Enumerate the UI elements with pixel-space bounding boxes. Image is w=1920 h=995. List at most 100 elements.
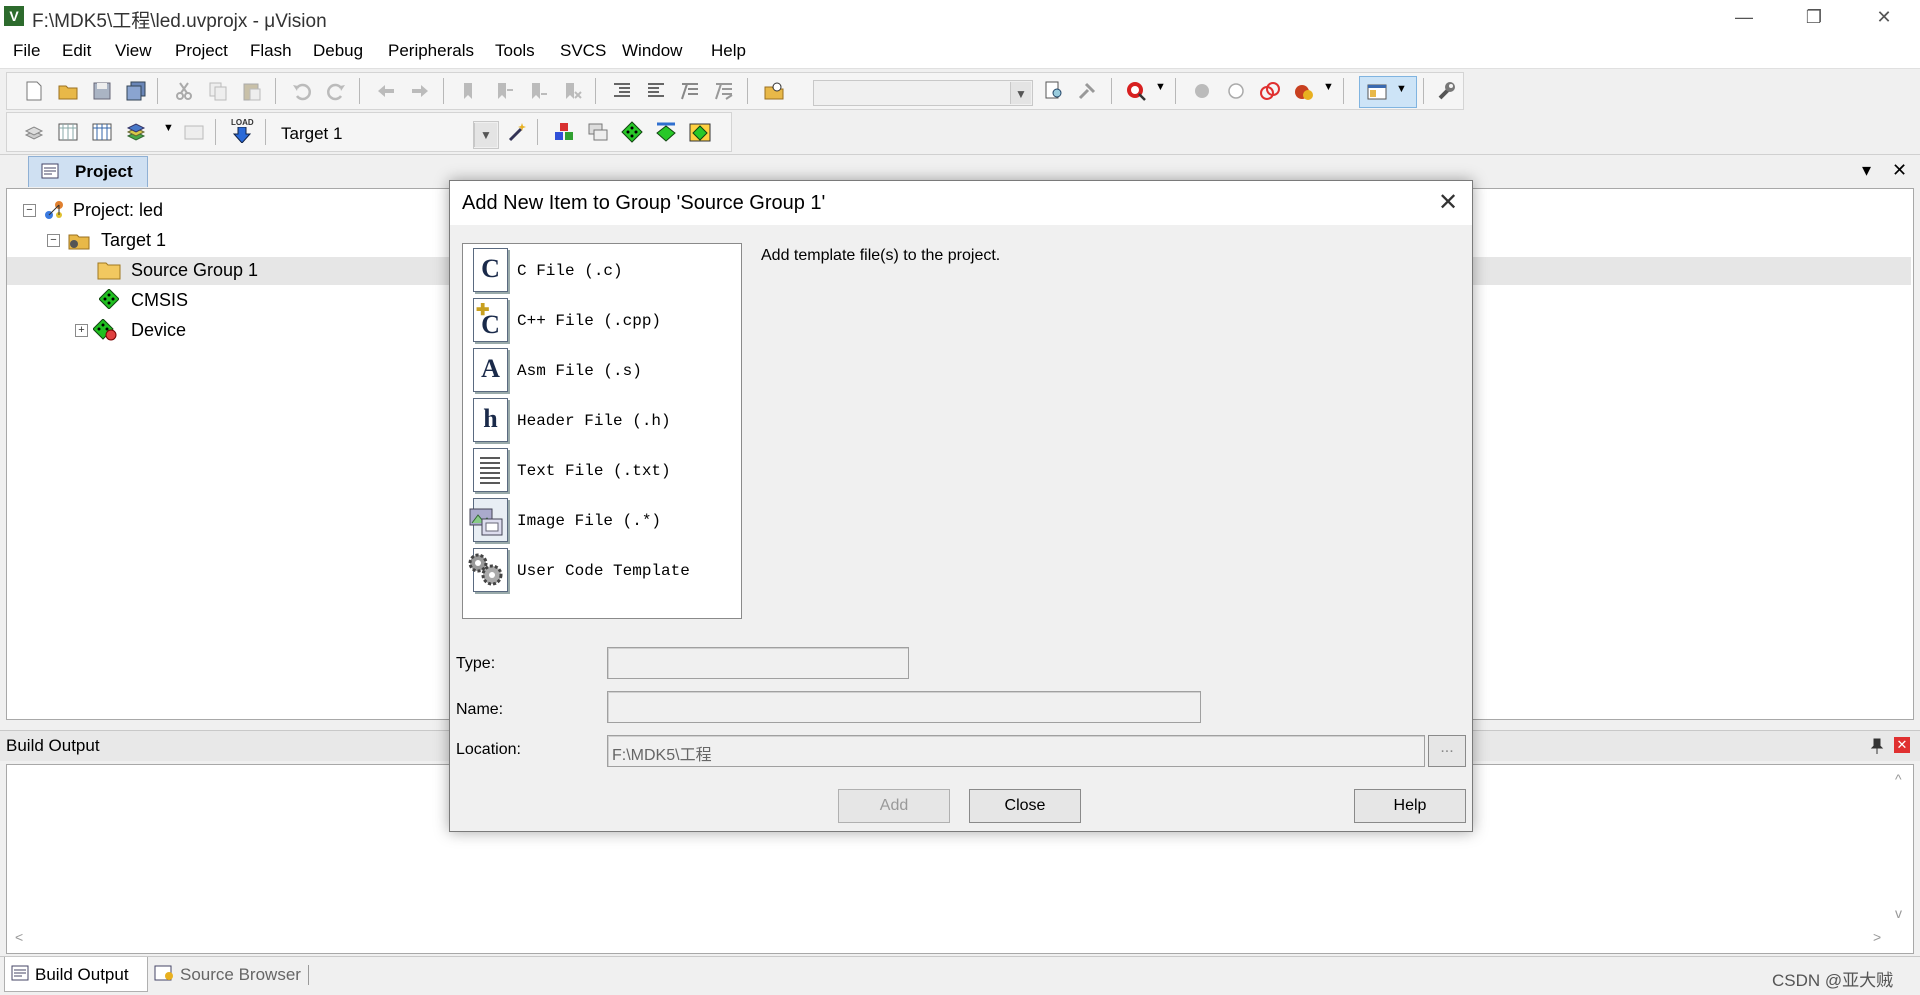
tab-label: Build Output <box>35 965 129 984</box>
chevron-down-icon[interactable]: ▼ <box>1323 81 1334 93</box>
software-packs-icon[interactable] <box>689 121 711 143</box>
menu-project[interactable]: Project <box>175 41 228 61</box>
tab-project[interactable]: Project <box>28 156 148 187</box>
browse-location-button[interactable]: ... <box>1428 735 1466 767</box>
watermark: CSDN @亚大贼 <box>1772 971 1894 990</box>
cut-icon[interactable] <box>173 80 195 102</box>
template-item-image-file[interactable]: Image File (.*) <box>463 494 739 544</box>
build-icon[interactable] <box>57 121 79 143</box>
menu-svcs[interactable]: SVCS <box>560 41 606 61</box>
menu-help[interactable]: Help <box>711 41 746 61</box>
scroll-down-icon[interactable]: v <box>1895 905 1902 921</box>
breakpoint-insert-icon[interactable] <box>1191 80 1213 102</box>
new-file-icon[interactable] <box>23 80 45 102</box>
pin-icon[interactable] <box>1870 738 1884 754</box>
find-combobox[interactable]: ▼ <box>813 80 1033 106</box>
download-load-button[interactable]: LOAD <box>229 118 255 145</box>
menu-file[interactable]: File <box>13 41 40 61</box>
template-item-header-file[interactable]: h Header File (.h) <box>463 394 739 444</box>
menu-tools[interactable]: Tools <box>495 41 535 61</box>
template-item-asm-file[interactable]: A Asm File (.s) <box>463 344 739 394</box>
comment-icon[interactable] <box>679 80 701 102</box>
rebuild-icon[interactable] <box>91 121 113 143</box>
close-button[interactable]: Close <box>969 789 1081 823</box>
build-output-title: Build Output <box>6 736 100 755</box>
expand-icon[interactable]: + <box>75 324 88 337</box>
find-icon[interactable] <box>1043 80 1065 102</box>
breakpoint-enable-icon[interactable] <box>1225 80 1247 102</box>
batch-build-icon[interactable] <box>125 121 147 143</box>
target-options-wand-icon[interactable] <box>507 121 529 143</box>
collapse-icon[interactable]: − <box>23 204 36 217</box>
scroll-left-icon[interactable]: < <box>15 929 23 945</box>
menu-flash[interactable]: Flash <box>250 41 292 61</box>
window-layout-icon <box>1367 84 1387 100</box>
menu-edit[interactable]: Edit <box>62 41 91 61</box>
bookmark-previous-icon[interactable] <box>493 80 515 102</box>
manage-project-items-icon[interactable] <box>553 121 575 143</box>
template-label: Header File (.h) <box>517 412 671 430</box>
uncomment-icon[interactable] <box>713 80 735 102</box>
bottom-tab-bar: Build Output Source Browser CSDN @亚大贼 <box>0 956 1920 995</box>
scroll-right-icon[interactable]: > <box>1873 929 1881 945</box>
find-in-files-icon[interactable] <box>763 80 785 102</box>
select-packs-icon[interactable] <box>587 121 609 143</box>
save-all-icon[interactable] <box>125 80 147 102</box>
bookmark-insert-icon[interactable] <box>459 80 481 102</box>
save-icon[interactable] <box>91 80 113 102</box>
restore-button[interactable]: ❐ <box>1786 0 1842 34</box>
template-item-user-code-template[interactable]: User Code Template <box>463 544 739 594</box>
template-item-cpp-file[interactable]: C ✚ C++ File (.cpp) <box>463 294 739 344</box>
name-field[interactable] <box>607 691 1201 723</box>
tab-source-browser[interactable]: Source Browser <box>150 957 310 991</box>
type-field[interactable] <box>607 647 909 679</box>
manage-run-time-environment-icon[interactable] <box>621 121 643 143</box>
add-button[interactable]: Add <box>838 789 950 823</box>
chevron-down-icon[interactable]: ▼ <box>1155 81 1166 93</box>
menu-view[interactable]: View <box>115 41 152 61</box>
dialog-close-icon[interactable]: ✕ <box>1434 189 1462 217</box>
panel-menu-arrow-icon[interactable]: ▾ <box>1862 160 1871 181</box>
paste-icon[interactable] <box>241 80 263 102</box>
navigate-back-icon[interactable] <box>375 80 397 102</box>
tree-item-label: Source Group 1 <box>131 260 259 280</box>
bookmark-clear-icon[interactable] <box>561 80 583 102</box>
pack-installer-icon[interactable] <box>655 121 677 143</box>
location-field[interactable]: F:\MDK5\工程 <box>607 735 1425 767</box>
redo-icon[interactable] <box>325 80 347 102</box>
unindent-icon[interactable] <box>645 80 667 102</box>
menu-window[interactable]: Window <box>622 41 682 61</box>
breakpoint-kill-all-icon[interactable] <box>1293 80 1315 102</box>
indent-icon[interactable] <box>611 80 633 102</box>
menu-peripherals[interactable]: Peripherals <box>388 41 474 61</box>
template-item-c-file[interactable]: C C File (.c) <box>463 244 739 294</box>
minimize-button[interactable]: — <box>1716 0 1772 34</box>
target-select[interactable]: ▼ <box>473 121 499 149</box>
uvision-app-icon: V <box>4 6 24 26</box>
scroll-up-icon[interactable]: ^ <box>1895 771 1902 787</box>
close-project-panel-button[interactable]: ✕ <box>1892 160 1907 181</box>
breakpoint-disable-all-icon[interactable] <box>1259 80 1281 102</box>
tree-item-label: Device <box>131 320 187 340</box>
tab-build-output[interactable]: Build Output <box>4 957 148 992</box>
help-button[interactable]: Help <box>1354 789 1466 823</box>
open-folder-icon[interactable] <box>57 80 79 102</box>
menu-debug[interactable]: Debug <box>313 41 363 61</box>
copy-icon[interactable] <box>207 80 229 102</box>
close-window-button[interactable]: ✕ <box>1856 0 1912 34</box>
configure-wrench-icon[interactable] <box>1435 80 1457 102</box>
target-select-value[interactable]: Target 1 <box>281 124 342 144</box>
window-layout-button[interactable]: ▼ <box>1359 76 1417 108</box>
navigate-forward-icon[interactable] <box>409 80 431 102</box>
chevron-down-icon[interactable]: ▼ <box>163 122 174 134</box>
undo-icon[interactable] <box>291 80 313 102</box>
template-item-text-file[interactable]: Text File (.txt) <box>463 444 739 494</box>
incremental-find-icon[interactable] <box>1077 80 1099 102</box>
stop-build-icon[interactable] <box>183 121 205 143</box>
bookmark-next-icon[interactable] <box>527 80 549 102</box>
project-window-icon <box>41 163 59 179</box>
translate-icon[interactable] <box>23 121 45 143</box>
collapse-icon[interactable]: − <box>47 234 60 247</box>
close-build-output-icon[interactable]: ✕ <box>1894 737 1910 753</box>
debug-session-icon[interactable] <box>1125 80 1147 102</box>
